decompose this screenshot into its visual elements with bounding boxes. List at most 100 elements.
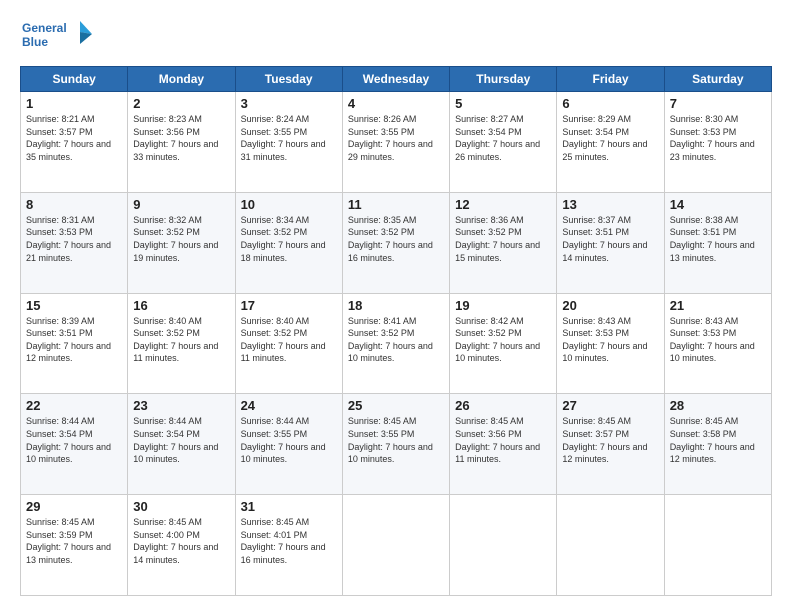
header: General Blue — [20, 16, 772, 56]
calendar-cell: 20 Sunrise: 8:43 AMSunset: 3:53 PMDaylig… — [557, 293, 664, 394]
cell-info: Sunrise: 8:35 AMSunset: 3:52 PMDaylight:… — [348, 215, 433, 263]
day-number: 5 — [455, 96, 551, 111]
calendar-cell: 1 Sunrise: 8:21 AMSunset: 3:57 PMDayligh… — [21, 92, 128, 193]
day-number: 31 — [241, 499, 337, 514]
calendar-cell: 23 Sunrise: 8:44 AMSunset: 3:54 PMDaylig… — [128, 394, 235, 495]
cell-info: Sunrise: 8:36 AMSunset: 3:52 PMDaylight:… — [455, 215, 540, 263]
cell-info: Sunrise: 8:43 AMSunset: 3:53 PMDaylight:… — [562, 316, 647, 364]
cell-info: Sunrise: 8:45 AMSunset: 3:59 PMDaylight:… — [26, 517, 111, 565]
day-number: 18 — [348, 298, 444, 313]
svg-text:Blue: Blue — [22, 35, 48, 49]
cell-info: Sunrise: 8:44 AMSunset: 3:54 PMDaylight:… — [133, 416, 218, 464]
day-number: 11 — [348, 197, 444, 212]
day-number: 29 — [26, 499, 122, 514]
day-header-monday: Monday — [128, 67, 235, 92]
calendar-cell: 12 Sunrise: 8:36 AMSunset: 3:52 PMDaylig… — [450, 192, 557, 293]
calendar-cell: 5 Sunrise: 8:27 AMSunset: 3:54 PMDayligh… — [450, 92, 557, 193]
calendar-cell: 19 Sunrise: 8:42 AMSunset: 3:52 PMDaylig… — [450, 293, 557, 394]
cell-info: Sunrise: 8:32 AMSunset: 3:52 PMDaylight:… — [133, 215, 218, 263]
day-number: 26 — [455, 398, 551, 413]
cell-info: Sunrise: 8:27 AMSunset: 3:54 PMDaylight:… — [455, 114, 540, 162]
calendar-cell: 14 Sunrise: 8:38 AMSunset: 3:51 PMDaylig… — [664, 192, 771, 293]
cell-info: Sunrise: 8:43 AMSunset: 3:53 PMDaylight:… — [670, 316, 755, 364]
calendar-cell — [557, 495, 664, 596]
svg-text:General: General — [22, 21, 67, 35]
calendar-week-2: 8 Sunrise: 8:31 AMSunset: 3:53 PMDayligh… — [21, 192, 772, 293]
day-header-tuesday: Tuesday — [235, 67, 342, 92]
day-number: 15 — [26, 298, 122, 313]
page: General Blue SundayMondayTuesdayWednesda… — [0, 0, 792, 612]
day-number: 22 — [26, 398, 122, 413]
logo-svg: General Blue — [20, 16, 92, 56]
calendar-cell: 3 Sunrise: 8:24 AMSunset: 3:55 PMDayligh… — [235, 92, 342, 193]
calendar-cell — [450, 495, 557, 596]
day-number: 2 — [133, 96, 229, 111]
calendar-cell: 27 Sunrise: 8:45 AMSunset: 3:57 PMDaylig… — [557, 394, 664, 495]
calendar-week-3: 15 Sunrise: 8:39 AMSunset: 3:51 PMDaylig… — [21, 293, 772, 394]
calendar-cell: 24 Sunrise: 8:44 AMSunset: 3:55 PMDaylig… — [235, 394, 342, 495]
cell-info: Sunrise: 8:45 AMSunset: 3:55 PMDaylight:… — [348, 416, 433, 464]
calendar-cell: 30 Sunrise: 8:45 AMSunset: 4:00 PMDaylig… — [128, 495, 235, 596]
calendar-cell: 13 Sunrise: 8:37 AMSunset: 3:51 PMDaylig… — [557, 192, 664, 293]
cell-info: Sunrise: 8:29 AMSunset: 3:54 PMDaylight:… — [562, 114, 647, 162]
calendar-cell: 6 Sunrise: 8:29 AMSunset: 3:54 PMDayligh… — [557, 92, 664, 193]
cell-info: Sunrise: 8:39 AMSunset: 3:51 PMDaylight:… — [26, 316, 111, 364]
cell-info: Sunrise: 8:45 AMSunset: 4:01 PMDaylight:… — [241, 517, 326, 565]
calendar-cell: 9 Sunrise: 8:32 AMSunset: 3:52 PMDayligh… — [128, 192, 235, 293]
day-number: 6 — [562, 96, 658, 111]
day-number: 1 — [26, 96, 122, 111]
calendar-cell — [664, 495, 771, 596]
cell-info: Sunrise: 8:44 AMSunset: 3:54 PMDaylight:… — [26, 416, 111, 464]
cell-info: Sunrise: 8:44 AMSunset: 3:55 PMDaylight:… — [241, 416, 326, 464]
cell-info: Sunrise: 8:26 AMSunset: 3:55 PMDaylight:… — [348, 114, 433, 162]
day-number: 28 — [670, 398, 766, 413]
day-header-friday: Friday — [557, 67, 664, 92]
day-number: 10 — [241, 197, 337, 212]
calendar-cell: 10 Sunrise: 8:34 AMSunset: 3:52 PMDaylig… — [235, 192, 342, 293]
calendar-week-5: 29 Sunrise: 8:45 AMSunset: 3:59 PMDaylig… — [21, 495, 772, 596]
day-number: 12 — [455, 197, 551, 212]
calendar-header-row: SundayMondayTuesdayWednesdayThursdayFrid… — [21, 67, 772, 92]
calendar-cell: 16 Sunrise: 8:40 AMSunset: 3:52 PMDaylig… — [128, 293, 235, 394]
day-number: 30 — [133, 499, 229, 514]
calendar-table: SundayMondayTuesdayWednesdayThursdayFrid… — [20, 66, 772, 596]
calendar-cell: 22 Sunrise: 8:44 AMSunset: 3:54 PMDaylig… — [21, 394, 128, 495]
day-number: 16 — [133, 298, 229, 313]
cell-info: Sunrise: 8:41 AMSunset: 3:52 PMDaylight:… — [348, 316, 433, 364]
cell-info: Sunrise: 8:38 AMSunset: 3:51 PMDaylight:… — [670, 215, 755, 263]
calendar-cell: 31 Sunrise: 8:45 AMSunset: 4:01 PMDaylig… — [235, 495, 342, 596]
day-number: 21 — [670, 298, 766, 313]
day-number: 20 — [562, 298, 658, 313]
day-number: 14 — [670, 197, 766, 212]
calendar-cell: 7 Sunrise: 8:30 AMSunset: 3:53 PMDayligh… — [664, 92, 771, 193]
cell-info: Sunrise: 8:42 AMSunset: 3:52 PMDaylight:… — [455, 316, 540, 364]
calendar-cell: 4 Sunrise: 8:26 AMSunset: 3:55 PMDayligh… — [342, 92, 449, 193]
day-number: 7 — [670, 96, 766, 111]
calendar-cell: 29 Sunrise: 8:45 AMSunset: 3:59 PMDaylig… — [21, 495, 128, 596]
cell-info: Sunrise: 8:34 AMSunset: 3:52 PMDaylight:… — [241, 215, 326, 263]
day-number: 8 — [26, 197, 122, 212]
cell-info: Sunrise: 8:40 AMSunset: 3:52 PMDaylight:… — [133, 316, 218, 364]
calendar-cell — [342, 495, 449, 596]
cell-info: Sunrise: 8:24 AMSunset: 3:55 PMDaylight:… — [241, 114, 326, 162]
calendar-cell: 17 Sunrise: 8:40 AMSunset: 3:52 PMDaylig… — [235, 293, 342, 394]
calendar-cell: 25 Sunrise: 8:45 AMSunset: 3:55 PMDaylig… — [342, 394, 449, 495]
calendar-cell: 18 Sunrise: 8:41 AMSunset: 3:52 PMDaylig… — [342, 293, 449, 394]
cell-info: Sunrise: 8:21 AMSunset: 3:57 PMDaylight:… — [26, 114, 111, 162]
calendar-cell: 2 Sunrise: 8:23 AMSunset: 3:56 PMDayligh… — [128, 92, 235, 193]
day-header-thursday: Thursday — [450, 67, 557, 92]
cell-info: Sunrise: 8:30 AMSunset: 3:53 PMDaylight:… — [670, 114, 755, 162]
day-number: 13 — [562, 197, 658, 212]
calendar-week-4: 22 Sunrise: 8:44 AMSunset: 3:54 PMDaylig… — [21, 394, 772, 495]
day-header-saturday: Saturday — [664, 67, 771, 92]
cell-info: Sunrise: 8:31 AMSunset: 3:53 PMDaylight:… — [26, 215, 111, 263]
day-number: 4 — [348, 96, 444, 111]
cell-info: Sunrise: 8:45 AMSunset: 3:57 PMDaylight:… — [562, 416, 647, 464]
day-number: 25 — [348, 398, 444, 413]
day-number: 19 — [455, 298, 551, 313]
cell-info: Sunrise: 8:37 AMSunset: 3:51 PMDaylight:… — [562, 215, 647, 263]
day-number: 9 — [133, 197, 229, 212]
day-number: 3 — [241, 96, 337, 111]
calendar-cell: 21 Sunrise: 8:43 AMSunset: 3:53 PMDaylig… — [664, 293, 771, 394]
day-number: 23 — [133, 398, 229, 413]
